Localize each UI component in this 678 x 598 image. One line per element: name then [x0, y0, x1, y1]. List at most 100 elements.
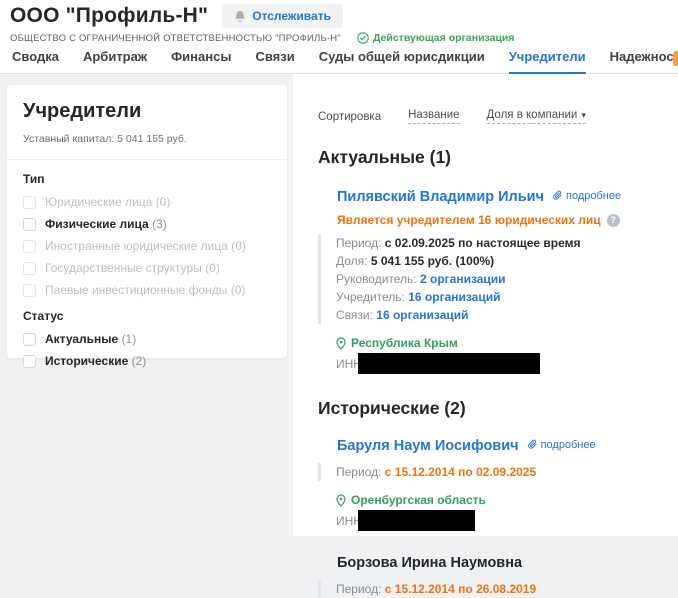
detail-label: Период:	[336, 465, 385, 479]
founder-name-link[interactable]: Баруля Наум Иосифович	[337, 438, 519, 454]
filter-state-structures[interactable]: Государственные структуры (0)	[23, 261, 271, 275]
founder-details: Период: с 02.09.2025 по настоящее время …	[318, 234, 668, 324]
status-badge: Действующая организация	[357, 32, 515, 44]
detail-period-value: с 02.09.2025 по настоящее время	[385, 236, 581, 250]
sort-by-share-label: Доля в компании	[487, 109, 578, 121]
manager-orgs-link[interactable]: 2 организации	[420, 272, 506, 286]
region-label: Республика Крым	[351, 336, 458, 350]
tab-uchrediteli[interactable]: Учредители	[509, 49, 586, 74]
filter-investment-funds[interactable]: Паевые инвестиционные фонды (0)	[23, 283, 271, 297]
check-circle-icon	[357, 32, 369, 44]
checkbox-foreign-legal[interactable]	[23, 240, 36, 253]
founder-entry-barulya: Баруля Наум Иосифович подробнее Период: …	[318, 438, 668, 531]
redacted-inn-value	[358, 353, 540, 374]
location-pin-icon	[336, 494, 346, 507]
detail-share-value: 5 041 155 руб. (100%)	[371, 254, 494, 268]
sort-by-share[interactable]: Доля в компании ▾	[487, 109, 586, 124]
filter-label: Физические лица	[45, 217, 149, 231]
filter-actual[interactable]: Актуальные (1)	[23, 332, 271, 346]
detail-label: Учредитель:	[336, 290, 408, 304]
founder-period: Период: с 15.12.2014 по 26.08.2019	[318, 580, 668, 598]
founder-entry-pilyavsky: Пилявский Владимир Ильич подробнее Являе…	[318, 189, 668, 374]
detail-period-value: с 15.12.2014 по 26.08.2019	[385, 582, 536, 596]
sort-by-name-label: Название	[408, 109, 459, 121]
redacted-inn-value	[358, 510, 475, 531]
checkbox-historical[interactable]	[23, 355, 36, 368]
region-link[interactable]: Оренбургская область	[336, 493, 668, 507]
detail-label: Период:	[336, 236, 385, 250]
page-header: ООО "Профиль-Н" Отслеживать ОБЩЕСТВО С О…	[0, 0, 678, 74]
founder-name-link[interactable]: Пилявский Владимир Ильич	[337, 189, 544, 205]
filter-label: Государственные структуры	[45, 261, 202, 275]
more-details-link[interactable]: подробнее	[527, 439, 596, 451]
filter-count: (2)	[132, 354, 147, 368]
checkbox-individuals[interactable]	[23, 218, 36, 231]
filter-label: Исторические	[45, 354, 128, 368]
tab-bar: Сводка Арбитраж Финансы Связи Суды общей…	[12, 49, 678, 74]
founder-entry-borzova: Борзова Ирина Наумовна Период: с 15.12.2…	[318, 555, 668, 598]
filter-historical[interactable]: Исторические (2)	[23, 354, 271, 368]
region-label: Оренбургская область	[351, 493, 486, 507]
founders-panel: Сортировка Название Доля в компании ▾ Ак…	[293, 74, 678, 536]
detail-period-value: с 15.12.2014 по 02.09.2025	[385, 465, 536, 479]
checkbox-investment-funds[interactable]	[23, 284, 36, 297]
sort-bar: Сортировка Название Доля в компании ▾	[318, 109, 668, 124]
sidebar-divider	[7, 159, 287, 160]
cut-off-tab-icon[interactable]	[673, 51, 678, 66]
help-icon[interactable]: ?	[607, 214, 620, 227]
tab-arbitrazh[interactable]: Арбитраж	[83, 49, 147, 74]
tab-svyazi[interactable]: Связи	[255, 49, 294, 74]
chevron-down-icon: ▾	[581, 110, 586, 121]
checkbox-actual[interactable]	[23, 333, 36, 346]
inn-row: ИНН	[336, 353, 668, 374]
filter-count: (3)	[152, 217, 167, 231]
filter-count: (0)	[231, 283, 246, 297]
paperclip-icon	[552, 190, 563, 201]
detail-label: Доля:	[336, 254, 371, 268]
historical-section-heading: Исторические (2)	[318, 398, 668, 419]
inn-row: ИНН	[336, 510, 668, 531]
filter-individuals[interactable]: Физические лица (3)	[23, 217, 271, 231]
company-full-name: ОБЩЕСТВО С ОГРАНИЧЕННОЙ ОТВЕТСТВЕННОСТЬЮ…	[10, 33, 341, 44]
location-pin-icon	[336, 337, 346, 350]
more-details-label: подробнее	[541, 439, 596, 451]
checkbox-state-structures[interactable]	[23, 262, 36, 275]
founder-orgs-link[interactable]: 16 организаций	[408, 290, 500, 304]
filter-label: Иностранные юридические лица	[45, 239, 228, 253]
filter-count: (0)	[231, 239, 246, 253]
detail-label: Руководитель:	[336, 272, 420, 286]
sort-by-name[interactable]: Название	[408, 109, 459, 124]
status-badge-label: Действующая организация	[373, 32, 515, 44]
more-details-label: подробнее	[566, 190, 621, 202]
filter-group-status-label: Статус	[23, 309, 271, 323]
region-link[interactable]: Республика Крым	[336, 336, 668, 350]
checkbox-legal-entities[interactable]	[23, 196, 36, 209]
company-title: ООО "Профиль-Н"	[10, 4, 208, 28]
founder-warning: Является учредителем 16 юридических лиц	[337, 213, 601, 227]
founder-period: Период: с 15.12.2014 по 02.09.2025	[318, 463, 668, 481]
sidebar-title: Учредители	[23, 100, 271, 123]
filter-count: (0)	[205, 261, 220, 275]
filters-sidebar: Учредители Уставный капитал: 5 041 155 р…	[7, 85, 287, 358]
detail-label: Период:	[336, 582, 385, 596]
tab-finansy[interactable]: Финансы	[171, 49, 231, 74]
actual-section-heading: Актуальные (1)	[318, 147, 668, 168]
tab-svodka[interactable]: Сводка	[12, 49, 59, 74]
filter-count: (0)	[156, 195, 171, 209]
detail-label: Связи:	[336, 308, 376, 322]
filter-legal-entities[interactable]: Юридические лица (0)	[23, 195, 271, 209]
follow-button[interactable]: Отслеживать	[222, 4, 343, 28]
filter-label: Паевые инвестиционные фонды	[45, 283, 227, 297]
founder-name: Борзова Ирина Наумовна	[337, 555, 522, 571]
connections-link[interactable]: 16 организаций	[376, 308, 468, 322]
tab-nadezhnost[interactable]: Надежность	[610, 49, 678, 74]
bell-icon	[234, 10, 246, 23]
filter-label: Актуальные	[45, 332, 118, 346]
paperclip-icon	[527, 439, 538, 450]
charter-capital: Уставный капитал: 5 041 155 руб.	[23, 133, 271, 145]
filter-label: Юридические лица	[45, 195, 152, 209]
more-details-link[interactable]: подробнее	[552, 190, 621, 202]
tab-sudy[interactable]: Суды общей юрисдикции	[319, 49, 485, 74]
follow-button-label: Отслеживать	[252, 9, 331, 23]
filter-foreign-legal[interactable]: Иностранные юридические лица (0)	[23, 239, 271, 253]
